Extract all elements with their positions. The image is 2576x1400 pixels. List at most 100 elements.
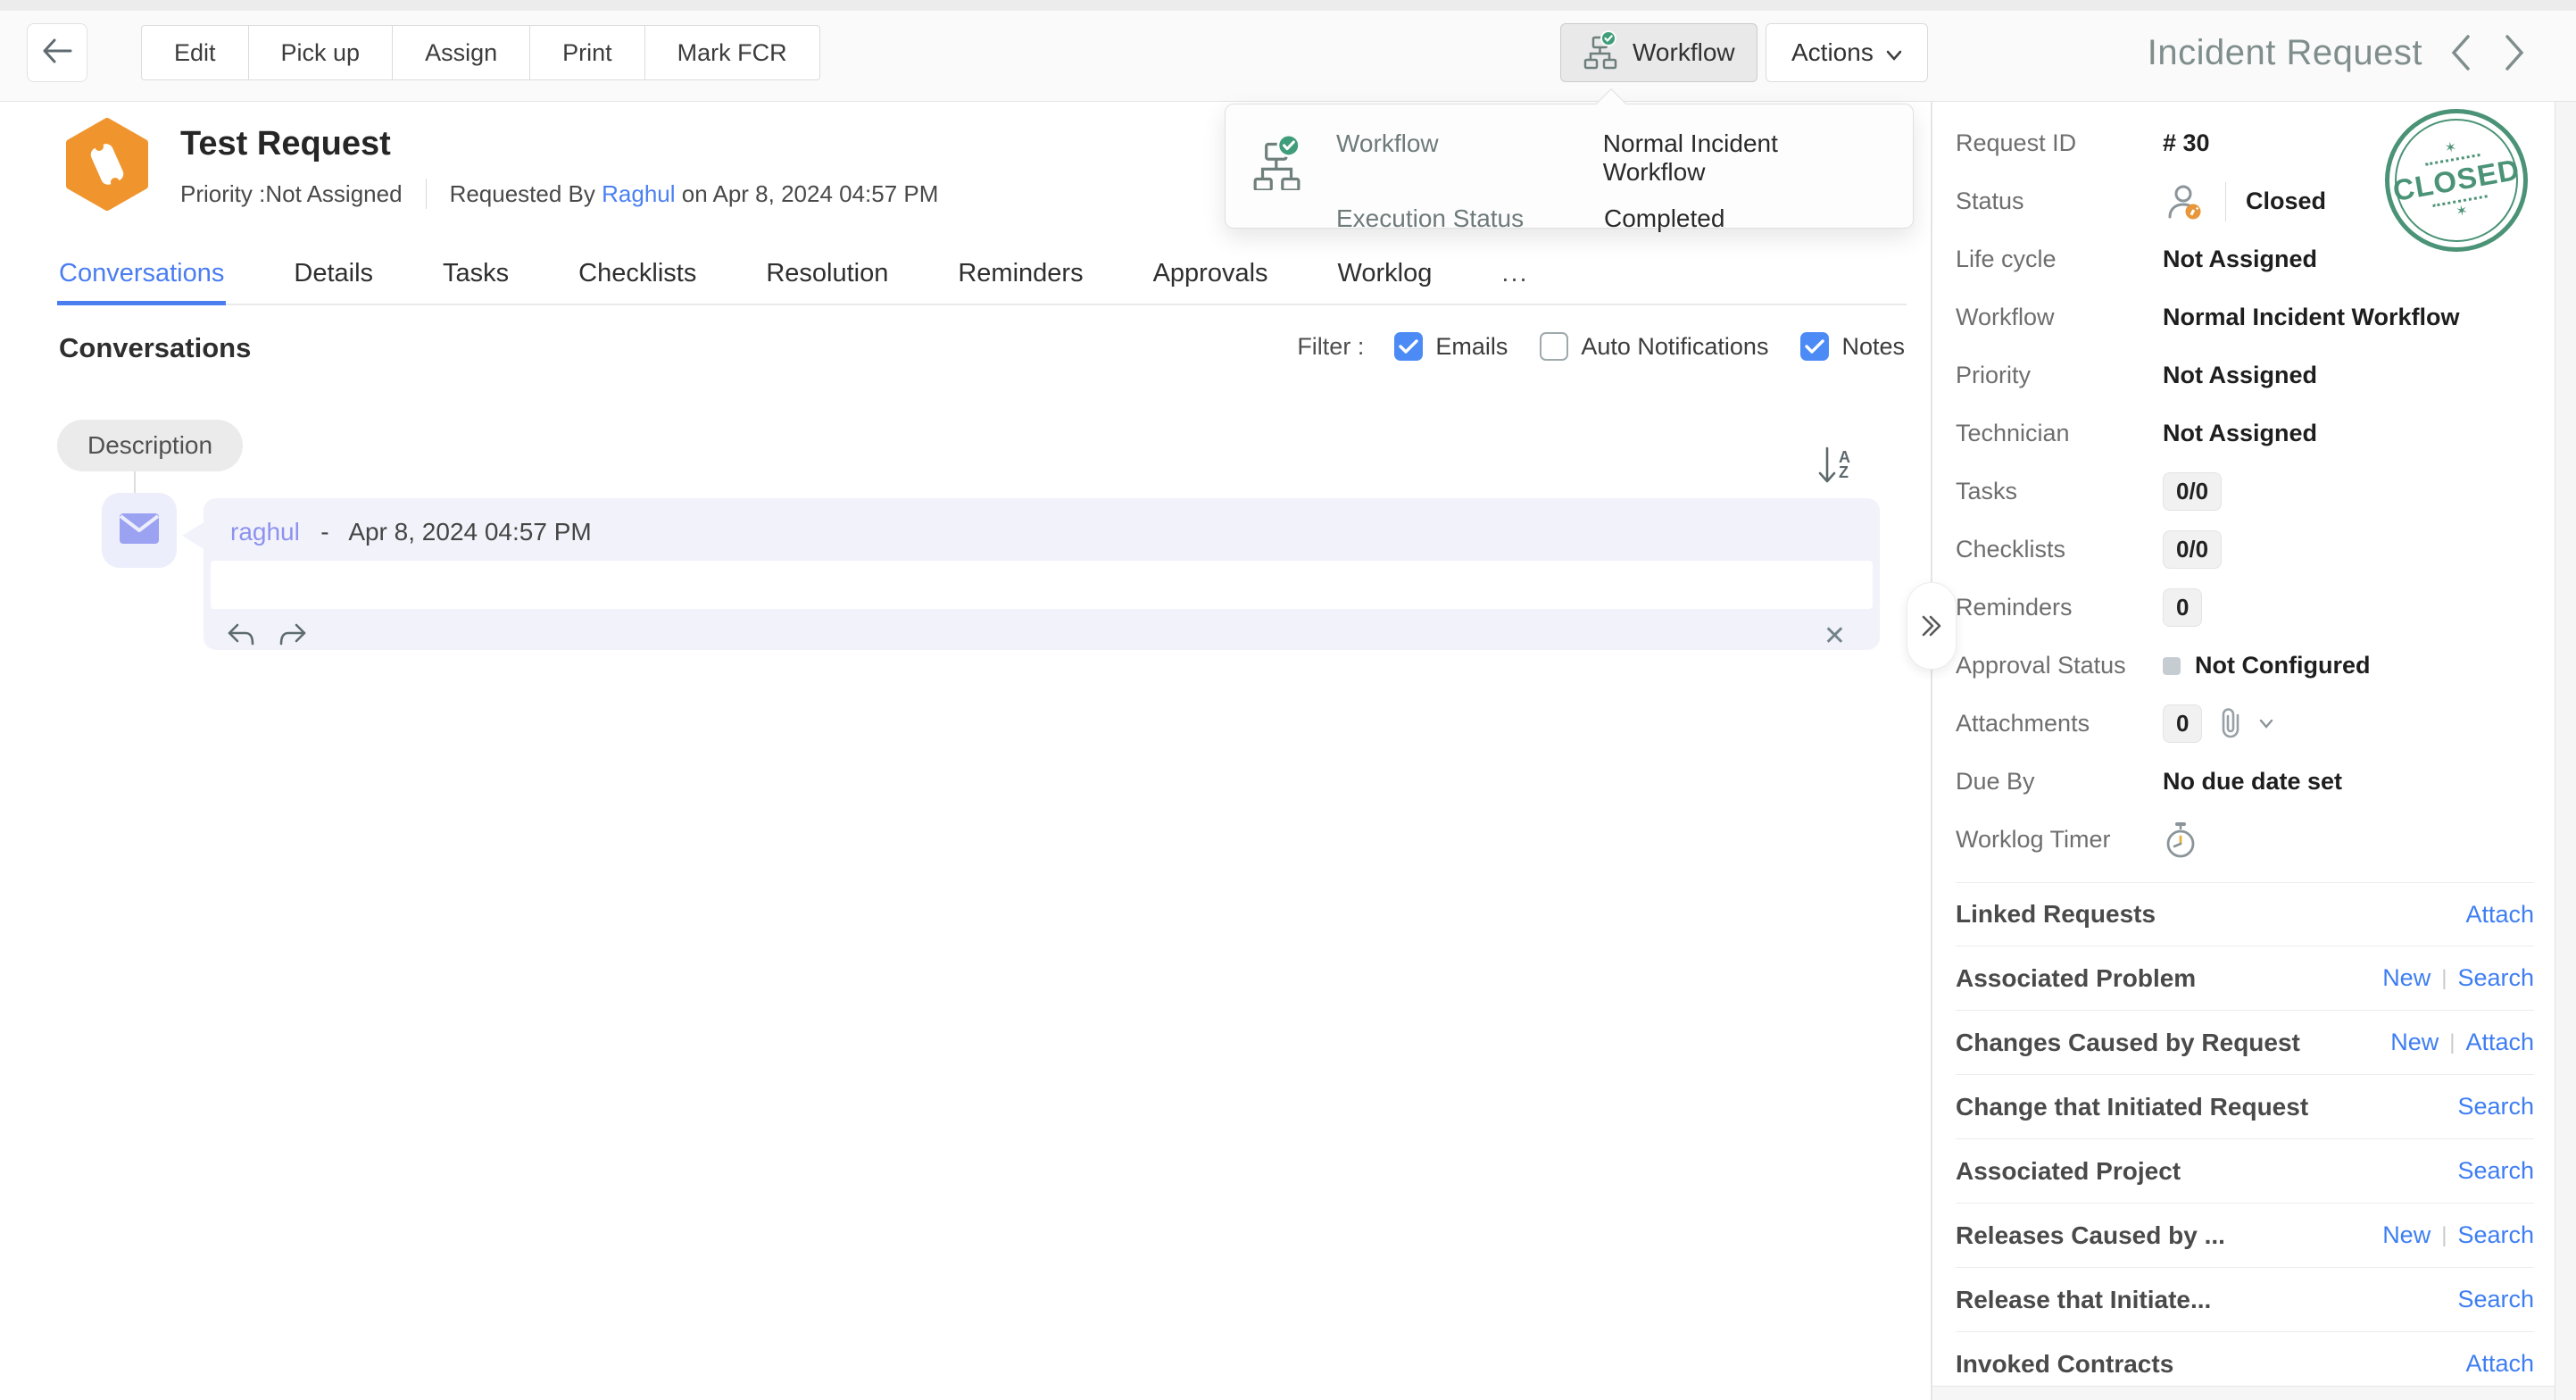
field-value-text: No due date set — [2163, 768, 2342, 796]
incident-request-page: EditPick upAssignPrintMark FCR Workflow … — [0, 0, 2576, 1400]
collapse-panel-button[interactable] — [1907, 582, 1957, 670]
tab-worklog[interactable]: Worklog — [1336, 246, 1434, 305]
request-title: Test Request — [180, 125, 391, 163]
field-label: Workflow — [1956, 304, 2163, 331]
conversation-footer: ✕ — [204, 609, 1880, 654]
requested-by-prefix: Requested By — [450, 180, 595, 208]
field-label: Approval Status — [1956, 652, 2163, 679]
chevron-down-icon — [1886, 38, 1902, 67]
related-actions: New|Attach — [2390, 1029, 2534, 1056]
field-label: Reminders — [1956, 594, 2163, 621]
page-title: Incident Request — [2148, 33, 2422, 73]
field-value: Not Configured — [2163, 652, 2370, 679]
filter-emails[interactable]: Emails — [1394, 332, 1508, 361]
previous-request-button[interactable] — [2446, 33, 2476, 72]
conversation-item: raghul - Apr 8, 2024 04:57 PM ✕ — [204, 498, 1880, 650]
field-value-text: # 30 — [2163, 129, 2210, 157]
conversation-body — [211, 561, 1873, 609]
horizontal-scrollbar[interactable] — [1932, 1386, 2555, 1400]
tab-resolution[interactable]: Resolution — [764, 246, 890, 305]
action-attach-link[interactable]: Attach — [2465, 1350, 2534, 1378]
action-attach-link[interactable]: Attach — [2465, 1029, 2534, 1056]
sort-arrow-icon — [1817, 445, 1837, 492]
related-label: Release that Initiate... — [1956, 1286, 2211, 1314]
description-chip: Description — [57, 420, 243, 471]
requested-on-text: on Apr 8, 2024 04:57 PM — [682, 180, 939, 208]
popover-workflow-label: Workflow — [1336, 129, 1603, 187]
checkbox-auto-notifications[interactable] — [1540, 332, 1568, 361]
filter-option-label: Notes — [1841, 333, 1905, 361]
toolbar-button-assign[interactable]: Assign — [392, 25, 530, 80]
chevron-down-icon[interactable] — [2259, 719, 2273, 729]
tab-reminders[interactable]: Reminders — [956, 246, 1084, 305]
workflow-button[interactable]: Workflow — [1560, 23, 1757, 82]
conversation-author-link[interactable]: raghul — [230, 518, 300, 546]
action-new-link[interactable]: New — [2382, 1221, 2431, 1249]
toolbar-button-mark-fcr[interactable]: Mark FCR — [644, 25, 820, 80]
related-actions: Search — [2457, 1093, 2534, 1121]
related-actions: Search — [2457, 1157, 2534, 1185]
checkbox-notes[interactable] — [1800, 332, 1829, 361]
tab-tasks[interactable]: Tasks — [441, 246, 511, 305]
status-swatch — [2163, 657, 2181, 675]
field-value: # 30 — [2163, 129, 2210, 157]
paperclip-icon[interactable] — [2216, 708, 2245, 740]
worklog-timer-icon[interactable] — [2163, 821, 2198, 860]
action-search-link[interactable]: Search — [2457, 1093, 2534, 1121]
tab-conversations[interactable]: Conversations — [57, 246, 226, 305]
related-row-linked-requests: Linked RequestsAttach — [1956, 882, 2534, 946]
field-value-text: Not Assigned — [2163, 246, 2317, 273]
field-label: Attachments — [1956, 710, 2163, 738]
related-actions: Search — [2457, 1286, 2534, 1313]
filter-notes[interactable]: Notes — [1800, 332, 1905, 361]
sort-button[interactable]: AZ — [1817, 445, 1850, 492]
separator: | — [2441, 1223, 2447, 1248]
tab-more[interactable]: ... — [1500, 246, 1530, 305]
field-due-by: Due ByNo due date set — [1956, 753, 2534, 811]
workflow-popover: Workflow Normal Incident Workflow Execut… — [1225, 104, 1914, 229]
action-new-link[interactable]: New — [2382, 964, 2431, 992]
popover-row-execution-status: Execution Status Completed — [1336, 204, 1886, 233]
actions-button-label: Actions — [1791, 38, 1874, 67]
field-worklog-timer: Worklog Timer — [1956, 811, 2534, 869]
checkbox-emails[interactable] — [1394, 332, 1423, 361]
field-value: Not Assigned — [2163, 420, 2317, 447]
toolbar-button-pick-up[interactable]: Pick up — [248, 25, 394, 80]
field-value — [2163, 821, 2198, 860]
next-request-button[interactable] — [2499, 33, 2530, 72]
tab-details[interactable]: Details — [292, 246, 375, 305]
toolbar-button-edit[interactable]: Edit — [141, 25, 249, 80]
tab-checklists[interactable]: Checklists — [577, 246, 698, 305]
actions-button[interactable]: Actions — [1766, 23, 1928, 82]
field-value: 0/0 — [2163, 530, 2222, 569]
related-label: Invoked Contracts — [1956, 1350, 2173, 1379]
vertical-scrollbar[interactable] — [2555, 102, 2576, 1400]
action-attach-link[interactable]: Attach — [2465, 901, 2534, 929]
popover-execution-status-label: Execution Status — [1336, 204, 1604, 233]
action-search-link[interactable]: Search — [2457, 964, 2534, 992]
field-value-text: Not Configured — [2195, 652, 2370, 679]
forward-button[interactable] — [275, 618, 311, 654]
toolbar-button-print[interactable]: Print — [529, 25, 645, 80]
filter-label: Filter : — [1297, 333, 1364, 361]
action-search-link[interactable]: Search — [2457, 1286, 2534, 1313]
action-new-link[interactable]: New — [2390, 1029, 2439, 1056]
divider — [426, 179, 427, 209]
back-button[interactable] — [27, 23, 87, 82]
field-checklists: Checklists0/0 — [1956, 521, 2534, 579]
field-value-text: Not Assigned — [2163, 362, 2317, 389]
field-label: Status — [1956, 188, 2163, 215]
tab-approvals[interactable]: Approvals — [1151, 246, 1270, 305]
field-label: Tasks — [1956, 478, 2163, 505]
action-search-link[interactable]: Search — [2457, 1157, 2534, 1185]
field-approval-status: Approval Status Not Configured — [1956, 637, 2534, 695]
related-row-change-that-initiated-request: Change that Initiated RequestSearch — [1956, 1075, 2534, 1139]
filter-option-label: Auto Notifications — [1581, 333, 1768, 361]
reply-button[interactable] — [223, 618, 259, 654]
filter-auto-notifications[interactable]: Auto Notifications — [1540, 332, 1768, 361]
close-icon[interactable]: ✕ — [1816, 621, 1853, 652]
count-badge: 0/0 — [2163, 530, 2222, 569]
envelope-icon — [119, 512, 160, 549]
action-search-link[interactable]: Search — [2457, 1221, 2534, 1249]
requester-link[interactable]: Raghul — [602, 180, 675, 208]
